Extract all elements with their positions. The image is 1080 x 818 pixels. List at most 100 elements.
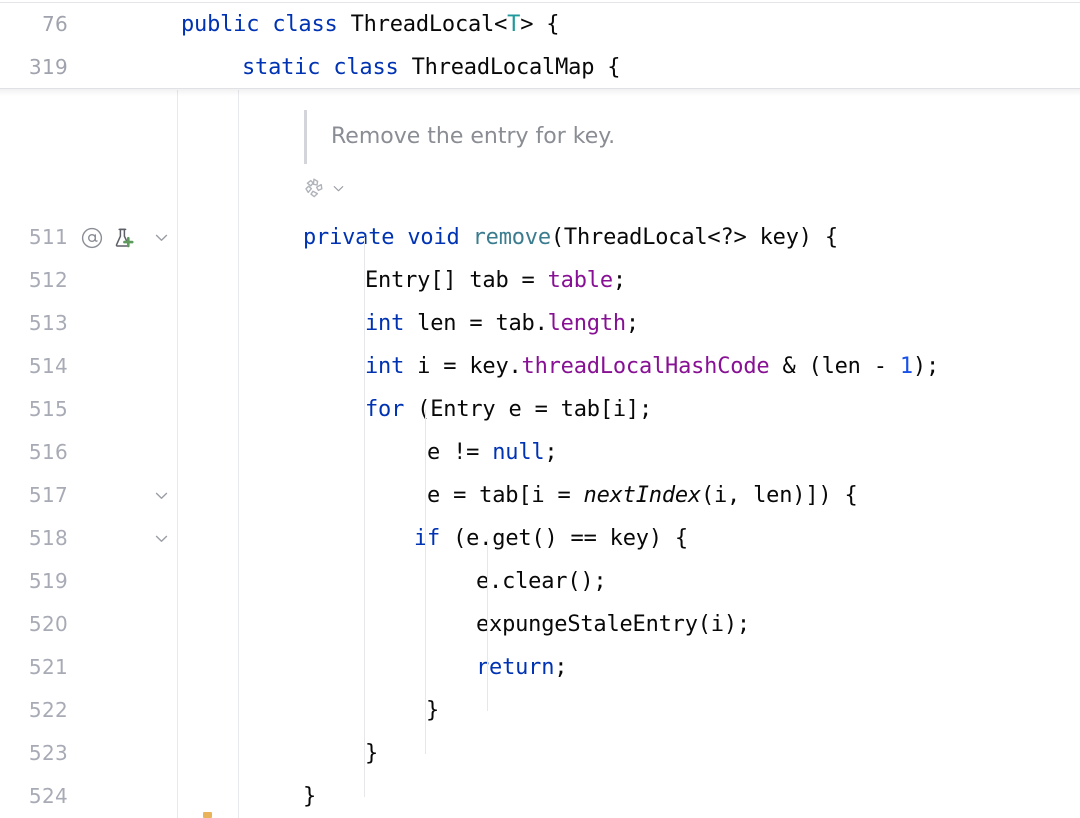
code-fold-chevron-down-icon[interactable]	[152, 216, 170, 259]
code-line-row[interactable]: 522}	[0, 689, 1080, 732]
code-line-row[interactable]: 516 e != null;	[0, 431, 1080, 474]
code-content-area[interactable]: Remove the entry for key. 511 private vo…	[0, 90, 1080, 818]
code-token: ;	[544, 440, 558, 465]
code-fold-chevron-down-icon[interactable]	[152, 474, 170, 517]
code-text: e.clear();	[476, 560, 607, 603]
code-token: (i, len)]) {	[700, 483, 858, 508]
code-text: int i = key.threadLocalHashCode & (len -…	[365, 345, 939, 388]
code-token: Entry[] tab =	[365, 268, 548, 293]
code-token: null	[492, 440, 545, 465]
code-line-row[interactable]: 523}	[0, 732, 1080, 775]
line-number[interactable]: 518	[0, 517, 68, 560]
line-number[interactable]: 519	[0, 560, 68, 603]
gutter-icon-group[interactable]	[80, 216, 135, 259]
code-line-row[interactable]: 512 Entry[] tab = table;	[0, 259, 1080, 302]
code-token: );	[912, 354, 939, 379]
sticky-context-header[interactable]: 76 public class ThreadLocal<T> { 319 static…	[0, 3, 1080, 89]
code-line-row[interactable]: 515 for (Entry e = tab[i];	[0, 388, 1080, 431]
code-token: class	[272, 12, 338, 37]
code-fold-chevron-down-icon[interactable]	[152, 517, 170, 560]
line-number: 76	[41, 12, 68, 36]
code-token: nextIndex	[583, 483, 702, 508]
code-line-row[interactable]: 524}	[0, 775, 1080, 818]
code-token: 1	[899, 354, 913, 379]
line-number[interactable]: 512	[0, 259, 68, 302]
code-text: return;	[476, 646, 568, 689]
sticky-header-divider	[0, 88, 1080, 89]
code-token: int	[365, 354, 405, 379]
code-text: Entry[] tab = table;	[365, 259, 626, 302]
line-number[interactable]: 511	[0, 216, 68, 259]
code-line-row[interactable]: 511 private void remove(ThreadLocal<?> ke…	[0, 216, 1080, 259]
code-token: length	[547, 311, 626, 336]
line-number[interactable]: 522	[0, 689, 68, 732]
code-token: e.clear();	[476, 569, 607, 594]
line-number[interactable]: 523	[0, 732, 68, 775]
code-token: T	[507, 12, 521, 37]
code-token: ;	[625, 311, 639, 336]
code-token: private	[303, 225, 395, 250]
code-token: > {	[520, 12, 560, 37]
line-number[interactable]: 516	[0, 431, 68, 474]
code-token: ThreadLocal<	[337, 12, 508, 37]
code-token: public	[181, 12, 260, 37]
code-token: }	[426, 698, 440, 723]
sticky-header-line[interactable]: 319 static class ThreadLocalMap {	[0, 46, 1080, 89]
chevron-down-icon[interactable]	[331, 181, 346, 196]
sticky-header-line[interactable]: 76 public class ThreadLocal<T> {	[0, 3, 1080, 46]
code-token: e = tab[i =	[427, 483, 584, 508]
code-line-row[interactable]: 518 if (e.get() == key) {	[0, 517, 1080, 560]
gutter-separator-1	[177, 90, 178, 818]
code-text: if (e.get() == key) {	[414, 517, 688, 560]
code-line-row[interactable]: 513 int len = tab.length;	[0, 302, 1080, 345]
code-token: }	[365, 741, 379, 766]
code-line-row[interactable]: 521 return;	[0, 646, 1080, 689]
code-text: e != null;	[427, 431, 558, 474]
line-number[interactable]: 514	[0, 345, 68, 388]
line-number[interactable]: 524	[0, 775, 68, 818]
line-number[interactable]: 513	[0, 302, 68, 345]
code-token: threadLocalHashCode	[521, 354, 770, 379]
code-text: e = tab[i = nextIndex(i, len)]) {	[427, 474, 858, 517]
doc-comment-text: Remove the entry for key.	[331, 124, 616, 149]
code-text: public class ThreadLocal<T> {	[181, 3, 560, 46]
code-token: ;	[554, 655, 568, 680]
gutter-separator-2	[238, 90, 239, 818]
annotation-at-icon[interactable]	[80, 226, 104, 250]
generate-test-flask-icon[interactable]	[111, 226, 135, 250]
code-token: }	[303, 784, 317, 809]
line-number: 319	[28, 55, 68, 79]
indent-guide	[425, 410, 426, 754]
code-text: expungeStaleEntry(i);	[476, 603, 750, 646]
line-number[interactable]: 520	[0, 603, 68, 646]
code-line-row[interactable]: 517 e = tab[i = nextIndex(i, len)]) {	[0, 474, 1080, 517]
code-token: & (len -	[769, 354, 900, 379]
code-token: table	[547, 268, 613, 293]
code-line-row[interactable]: 520 expungeStaleEntry(i);	[0, 603, 1080, 646]
code-token: remove	[472, 225, 551, 250]
code-line-row[interactable]: 519 e.clear();	[0, 560, 1080, 603]
ai-assistant-icon[interactable]	[302, 176, 326, 200]
code-token: ;	[612, 268, 626, 293]
code-text: }	[365, 732, 378, 775]
code-token: for	[365, 397, 405, 422]
ai-assistant-inlay[interactable]	[302, 174, 346, 202]
line-number[interactable]: 521	[0, 646, 68, 689]
code-token: len = tab.	[404, 311, 548, 336]
gutter-change-marker[interactable]	[203, 812, 212, 818]
code-editor[interactable]: 76 public class ThreadLocal<T> { 319 static…	[0, 0, 1080, 818]
code-token: ThreadLocalMap {	[398, 55, 621, 80]
code-token: void	[407, 225, 460, 250]
code-token: (Entry e = tab[i];	[404, 397, 652, 422]
code-line-row[interactable]: 514 int i = key.threadLocalHashCode & (le…	[0, 345, 1080, 388]
line-number[interactable]: 515	[0, 388, 68, 431]
code-token: (e.get() == key) {	[440, 526, 688, 551]
line-number[interactable]: 517	[0, 474, 68, 517]
code-text: }	[303, 775, 316, 818]
code-text: int len = tab.length;	[365, 302, 639, 345]
code-token: class	[333, 55, 399, 80]
code-text: static class ThreadLocalMap {	[242, 46, 621, 89]
